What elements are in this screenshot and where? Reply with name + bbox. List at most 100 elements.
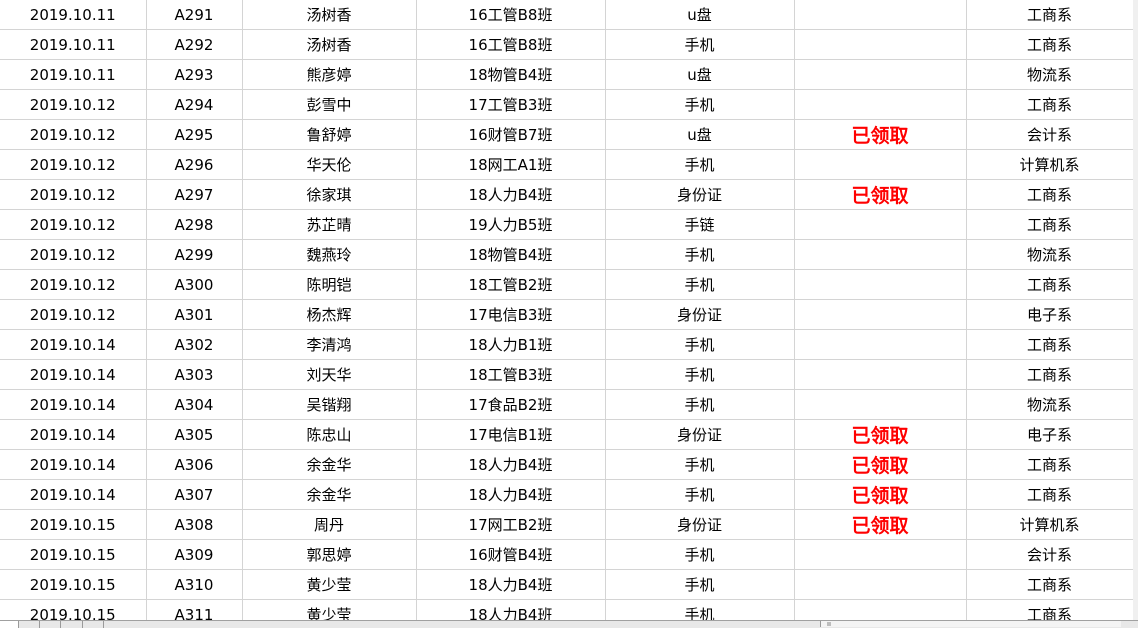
id-cell[interactable]: A297 — [146, 179, 243, 210]
status-cell[interactable] — [794, 389, 967, 420]
department-cell[interactable]: 电子系 — [966, 299, 1134, 330]
department-cell[interactable]: 计算机系 — [966, 149, 1134, 180]
date-cell[interactable]: 2019.10.12 — [0, 149, 147, 180]
department-cell[interactable]: 工商系 — [966, 449, 1134, 480]
item-cell[interactable]: 身份证 — [605, 419, 795, 450]
status-cell[interactable] — [794, 29, 967, 60]
class-cell[interactable]: 18人力B4班 — [416, 449, 606, 480]
date-cell[interactable]: 2019.10.12 — [0, 179, 147, 210]
date-cell[interactable]: 2019.10.12 — [0, 89, 147, 120]
department-cell[interactable]: 工商系 — [966, 209, 1134, 240]
name-cell[interactable]: 熊彦婷 — [242, 59, 417, 90]
vertical-scrollbar[interactable] — [1133, 0, 1138, 620]
department-cell[interactable]: 工商系 — [966, 479, 1134, 510]
name-cell[interactable]: 郭思婷 — [242, 539, 417, 570]
name-cell[interactable]: 刘天华 — [242, 359, 417, 390]
id-cell[interactable]: A303 — [146, 359, 243, 390]
item-cell[interactable]: 手机 — [605, 359, 795, 390]
item-cell[interactable]: 手机 — [605, 269, 795, 300]
class-cell[interactable]: 18工管B2班 — [416, 269, 606, 300]
department-cell[interactable]: 物流系 — [966, 389, 1134, 420]
scrollbar-thumb[interactable] — [827, 622, 831, 626]
item-cell[interactable]: 手机 — [605, 479, 795, 510]
status-cell[interactable] — [794, 329, 967, 360]
status-cell[interactable] — [794, 359, 967, 390]
item-cell[interactable]: 身份证 — [605, 299, 795, 330]
name-cell[interactable]: 吴锴翔 — [242, 389, 417, 420]
item-cell[interactable]: 手机 — [605, 239, 795, 270]
class-cell[interactable]: 16工管B8班 — [416, 0, 606, 30]
status-cell[interactable] — [794, 299, 967, 330]
class-cell[interactable]: 16财管B7班 — [416, 119, 606, 150]
class-cell[interactable]: 17网工B2班 — [416, 509, 606, 540]
name-cell[interactable]: 余金华 — [242, 479, 417, 510]
status-cell[interactable]: 已领取 — [794, 179, 967, 210]
department-cell[interactable]: 工商系 — [966, 89, 1134, 120]
date-cell[interactable]: 2019.10.14 — [0, 329, 147, 360]
id-cell[interactable]: A294 — [146, 89, 243, 120]
id-cell[interactable]: A295 — [146, 119, 243, 150]
department-cell[interactable]: 工商系 — [966, 269, 1134, 300]
department-cell[interactable]: 电子系 — [966, 419, 1134, 450]
id-cell[interactable]: A306 — [146, 449, 243, 480]
status-cell[interactable] — [794, 89, 967, 120]
item-cell[interactable]: 手链 — [605, 209, 795, 240]
date-cell[interactable]: 2019.10.12 — [0, 209, 147, 240]
name-cell[interactable]: 黄少莹 — [242, 599, 417, 620]
department-cell[interactable]: 工商系 — [966, 329, 1134, 360]
item-cell[interactable]: u盘 — [605, 0, 795, 30]
date-cell[interactable]: 2019.10.14 — [0, 479, 147, 510]
class-cell[interactable]: 18人力B1班 — [416, 329, 606, 360]
id-cell[interactable]: A305 — [146, 419, 243, 450]
date-cell[interactable]: 2019.10.12 — [0, 119, 147, 150]
item-cell[interactable]: 手机 — [605, 149, 795, 180]
id-cell[interactable]: A292 — [146, 29, 243, 60]
status-cell[interactable] — [794, 59, 967, 90]
department-cell[interactable]: 工商系 — [966, 0, 1134, 30]
name-cell[interactable]: 汤树香 — [242, 29, 417, 60]
class-cell[interactable]: 18工管B3班 — [416, 359, 606, 390]
class-cell[interactable]: 18人力B4班 — [416, 569, 606, 600]
department-cell[interactable]: 物流系 — [966, 239, 1134, 270]
class-cell[interactable]: 19人力B5班 — [416, 209, 606, 240]
date-cell[interactable]: 2019.10.11 — [0, 29, 147, 60]
id-cell[interactable]: A310 — [146, 569, 243, 600]
date-cell[interactable]: 2019.10.15 — [0, 569, 147, 600]
id-cell[interactable]: A300 — [146, 269, 243, 300]
department-cell[interactable]: 物流系 — [966, 59, 1134, 90]
class-cell[interactable]: 18物管B4班 — [416, 239, 606, 270]
status-cell[interactable] — [794, 149, 967, 180]
department-cell[interactable]: 会计系 — [966, 539, 1134, 570]
horizontal-scrollbar[interactable] — [820, 621, 1121, 627]
id-cell[interactable]: A308 — [146, 509, 243, 540]
department-cell[interactable]: 工商系 — [966, 29, 1134, 60]
department-cell[interactable]: 工商系 — [966, 179, 1134, 210]
date-cell[interactable]: 2019.10.14 — [0, 389, 147, 420]
status-cell[interactable] — [794, 269, 967, 300]
item-cell[interactable]: u盘 — [605, 119, 795, 150]
status-cell[interactable] — [794, 539, 967, 570]
item-cell[interactable]: 手机 — [605, 539, 795, 570]
status-cell[interactable] — [794, 599, 967, 620]
name-cell[interactable]: 陈明铠 — [242, 269, 417, 300]
class-cell[interactable]: 18物管B4班 — [416, 59, 606, 90]
id-cell[interactable]: A307 — [146, 479, 243, 510]
date-cell[interactable]: 2019.10.14 — [0, 449, 147, 480]
status-cell[interactable] — [794, 569, 967, 600]
item-cell[interactable]: 手机 — [605, 29, 795, 60]
status-cell[interactable]: 已领取 — [794, 119, 967, 150]
name-cell[interactable]: 魏燕玲 — [242, 239, 417, 270]
item-cell[interactable]: 手机 — [605, 329, 795, 360]
department-cell[interactable]: 工商系 — [966, 569, 1134, 600]
date-cell[interactable]: 2019.10.12 — [0, 299, 147, 330]
id-cell[interactable]: A293 — [146, 59, 243, 90]
name-cell[interactable]: 鲁舒婷 — [242, 119, 417, 150]
item-cell[interactable]: 手机 — [605, 599, 795, 620]
class-cell[interactable]: 18人力B4班 — [416, 179, 606, 210]
date-cell[interactable]: 2019.10.11 — [0, 59, 147, 90]
class-cell[interactable]: 16工管B8班 — [416, 29, 606, 60]
name-cell[interactable]: 华天伦 — [242, 149, 417, 180]
id-cell[interactable]: A301 — [146, 299, 243, 330]
department-cell[interactable]: 计算机系 — [966, 509, 1134, 540]
item-cell[interactable]: 手机 — [605, 569, 795, 600]
